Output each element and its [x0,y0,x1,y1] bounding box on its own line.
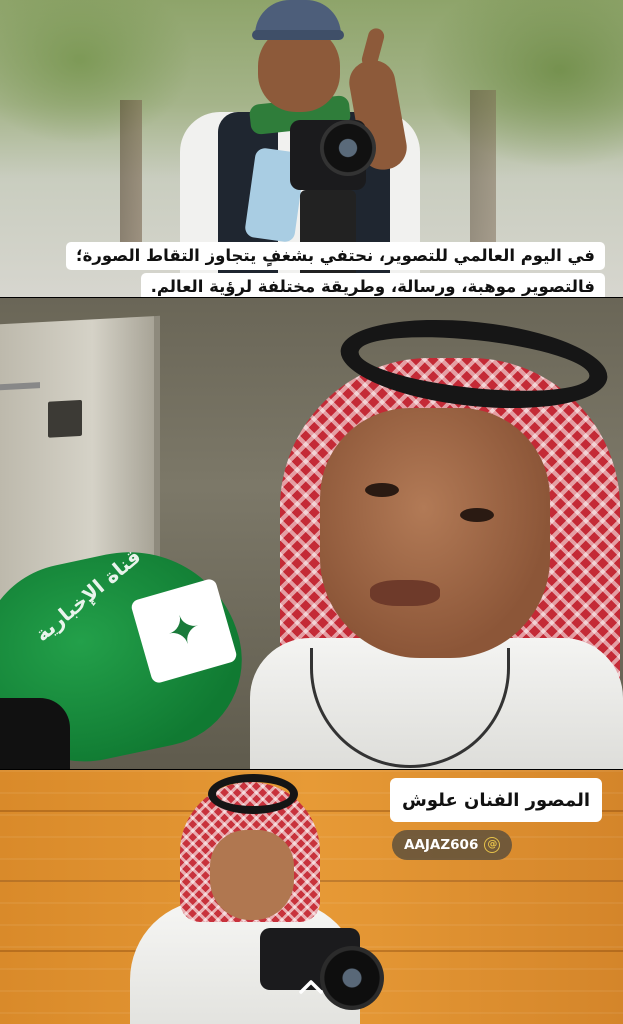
name-tag: المصور الفنان علوش [390,778,603,822]
cap-brim [252,30,344,40]
door-hinge [0,382,40,391]
tree-trunk [120,100,142,250]
at-symbol-icon: @ [484,837,501,853]
agal [208,774,298,814]
face [320,408,550,658]
interview-panel: ✦ قناة الإخبارية [0,298,623,770]
eye [365,483,399,497]
face [210,830,294,920]
caption-overlay: في اليوم العالمي للتصوير، نحتفي بشغفٍ يت… [66,242,605,301]
portrait-figure [130,770,384,1024]
chevron-up-icon [299,980,323,994]
handle-text: AAJAZ606 [404,837,479,853]
tree-trunk [470,90,496,250]
mouth [370,580,440,606]
account-handle-badge[interactable]: AAJAZ606 @ [392,830,513,860]
eye [460,508,494,522]
caption-line-1: في اليوم العالمي للتصوير، نحتفي بشغفٍ يت… [66,242,605,270]
door-plate [48,399,82,438]
microphone-handle [0,698,70,770]
chevron-up-icon[interactable] [291,970,331,1004]
camera-lens [320,120,376,176]
